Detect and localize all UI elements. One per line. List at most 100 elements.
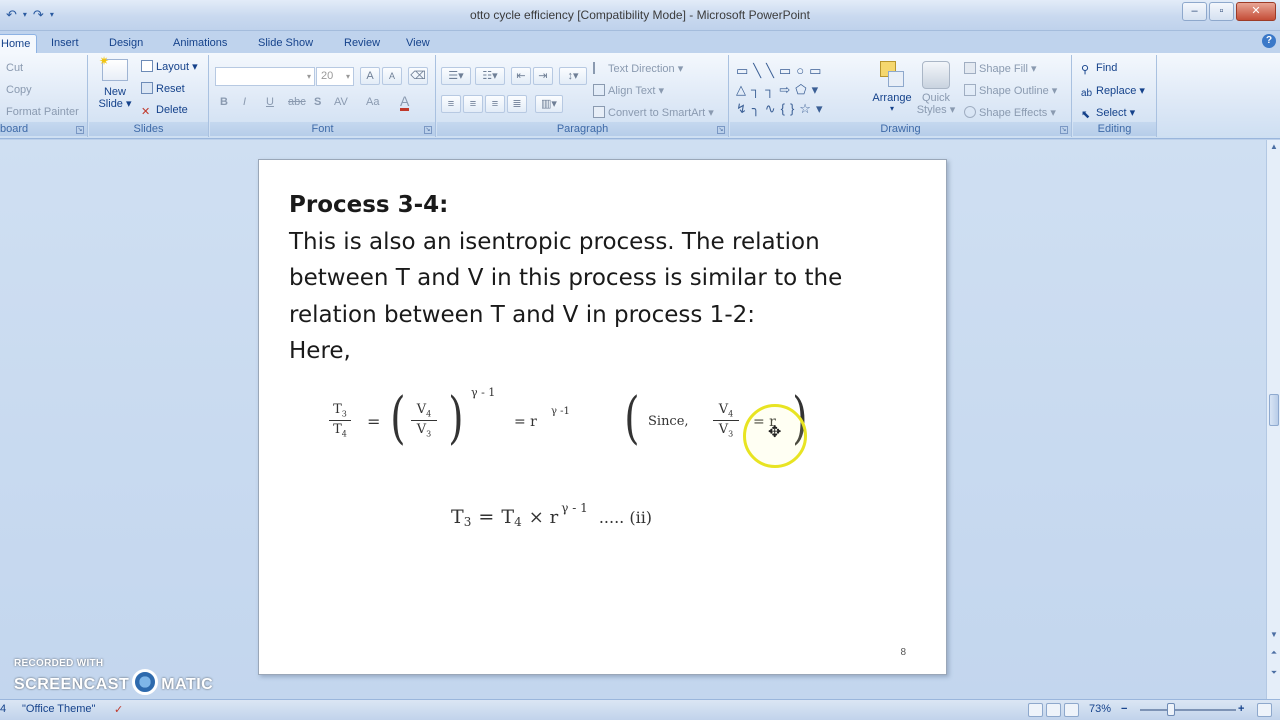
tab-review[interactable]: Review xyxy=(338,34,386,53)
smartart-icon xyxy=(593,106,605,118)
align-right-button[interactable]: ≡ xyxy=(485,95,505,113)
equals-sign: = xyxy=(367,412,381,431)
change-case-button[interactable]: Aa xyxy=(366,96,379,108)
slides-group-label: Slides xyxy=(89,122,208,136)
zoom-level[interactable]: 73% xyxy=(1089,703,1111,715)
scroll-down-icon[interactable]: ▼ xyxy=(1269,630,1279,639)
quick-styles-icon xyxy=(922,61,950,89)
copy-button[interactable]: Copy xyxy=(6,84,32,96)
numbering-button[interactable]: ☷▾ xyxy=(475,67,505,85)
format-painter-button[interactable]: Format Painter xyxy=(6,106,79,118)
bullets-button[interactable]: ☰▾ xyxy=(441,67,471,85)
new-slide-button[interactable]: ✷ New Slide ▾ xyxy=(95,54,135,119)
convert-smartart-button[interactable]: Convert to SmartArt ▾ xyxy=(593,106,714,119)
body-line: This is also an isentropic process. The … xyxy=(289,229,820,255)
tab-animations[interactable]: Animations xyxy=(167,34,233,53)
since-label: Since, xyxy=(648,414,689,429)
decrease-indent-button[interactable]: ⇤ xyxy=(511,67,531,85)
zoom-out-button[interactable]: − xyxy=(1121,703,1127,715)
editing-group: ⚲ Find ab Replace ▾ ⬉ Select ▾ Editing xyxy=(1073,55,1157,137)
bold-button[interactable]: B xyxy=(220,96,228,108)
font-color-button[interactable]: A xyxy=(400,94,410,111)
normal-view-button[interactable] xyxy=(1028,703,1043,717)
shrink-font-button[interactable]: A xyxy=(382,67,402,85)
body-line: Here, xyxy=(289,338,351,364)
paragraph-dialog-launcher-icon[interactable]: ↘ xyxy=(717,126,725,134)
font-size-combo[interactable]: 20 ▾ xyxy=(316,67,354,86)
increase-indent-button[interactable]: ⇥ xyxy=(533,67,553,85)
close-button[interactable]: ✕ xyxy=(1236,2,1276,21)
line-spacing-button[interactable]: ↕▾ xyxy=(559,67,587,85)
align-left-button[interactable]: ≡ xyxy=(441,95,461,113)
shape-effects-button[interactable]: Shape Effects ▾ xyxy=(964,106,1056,119)
font-name-combo[interactable]: ▾ xyxy=(215,67,315,86)
tab-home[interactable]: Home xyxy=(0,34,38,53)
shape-outline-button[interactable]: Shape Outline ▾ xyxy=(964,84,1057,97)
vertical-scrollbar[interactable]: ▲ ▼ ⏶ ⏷ xyxy=(1266,140,1280,699)
tab-design[interactable]: Design xyxy=(103,34,149,53)
replace-button[interactable]: ab Replace ▾ xyxy=(1081,84,1145,100)
open-paren: ( xyxy=(390,386,406,451)
strikethrough-button[interactable]: abc xyxy=(288,96,306,108)
status-bar: 4 "Office Theme" ✓ 73% − + xyxy=(0,699,1280,720)
reset-icon xyxy=(141,82,153,94)
dialog-launcher-icon[interactable]: ↘ xyxy=(76,126,84,134)
grow-font-button[interactable]: A xyxy=(360,67,380,85)
shape-fill-button[interactable]: Shape Fill ▾ xyxy=(964,62,1037,75)
tab-insert[interactable]: Insert xyxy=(45,34,85,53)
quick-styles-button[interactable]: Quick Styles ▾ xyxy=(916,59,956,121)
slides-group: ✷ New Slide ▾ Layout ▾ Reset ✕ Delete Sli… xyxy=(89,54,209,137)
columns-button[interactable]: ▥▾ xyxy=(535,95,563,113)
help-icon[interactable]: ? xyxy=(1262,34,1276,48)
reset-button[interactable]: Reset xyxy=(141,82,185,95)
align-text-icon xyxy=(593,84,605,96)
drawing-group: ▭╲╲▭○▭ △┐┐⇨⬠▾ ↯╮∿{}☆▾ Arrange ▾ Quick St… xyxy=(730,55,1072,137)
font-dialog-launcher-icon[interactable]: ↘ xyxy=(424,126,432,134)
text-direction-button[interactable]: Text Direction ▾ xyxy=(593,62,683,75)
next-slide-icon[interactable]: ⏷ xyxy=(1269,668,1279,678)
italic-button[interactable]: I xyxy=(243,96,246,108)
layout-icon xyxy=(141,60,153,72)
arrange-button[interactable]: Arrange ▾ xyxy=(870,59,914,119)
drawing-group-label: Drawing xyxy=(730,122,1071,136)
text-shadow-button[interactable]: S xyxy=(314,96,321,108)
align-center-button[interactable]: ≡ xyxy=(463,95,483,113)
ribbon-tabs: Home Insert Design Animations Slide Show… xyxy=(0,31,1280,53)
zoom-slider-thumb[interactable] xyxy=(1167,703,1175,716)
layout-button[interactable]: Layout ▾ xyxy=(141,60,198,73)
select-button[interactable]: ⬉ Select ▾ xyxy=(1081,106,1135,121)
underline-button[interactable]: U xyxy=(266,96,274,108)
spell-check-icon[interactable]: ✓ xyxy=(114,703,123,716)
paragraph-group-label: Paragraph xyxy=(437,122,728,136)
tab-view[interactable]: View xyxy=(400,34,436,53)
drawing-dialog-launcher-icon[interactable]: ↘ xyxy=(1060,126,1068,134)
shapes-gallery[interactable]: ▭╲╲▭○▭ △┐┐⇨⬠▾ ↯╮∿{}☆▾ xyxy=(736,61,862,119)
find-button[interactable]: ⚲ Find xyxy=(1081,62,1117,76)
font-group-label: Font xyxy=(210,122,435,136)
minimize-button[interactable]: – xyxy=(1182,2,1207,21)
slide-canvas[interactable]: Process 3-4: This is also an isentropic … xyxy=(258,159,947,675)
slide-show-button[interactable] xyxy=(1064,703,1079,717)
slide-sorter-button[interactable] xyxy=(1046,703,1061,717)
zoom-slider[interactable] xyxy=(1140,709,1236,711)
zoom-in-button[interactable]: + xyxy=(1238,703,1244,715)
clipboard-group-label: board xyxy=(0,122,87,136)
fraction-v4-v3: V4 V3 xyxy=(411,402,437,438)
previous-slide-icon[interactable]: ⏶ xyxy=(1269,648,1279,658)
screencast-watermark: RECORDED WITH SCREENCAST MATIC xyxy=(14,658,214,695)
justify-button[interactable]: ≣ xyxy=(507,95,527,113)
fit-to-window-button[interactable] xyxy=(1257,703,1272,717)
cut-button[interactable]: Cut xyxy=(6,62,23,74)
character-spacing-button[interactable]: AV xyxy=(334,96,348,108)
fraction-v4-v3-since: V4 V3 xyxy=(713,402,739,438)
align-text-button[interactable]: Align Text ▾ xyxy=(593,84,664,97)
tab-slide-show[interactable]: Slide Show xyxy=(252,34,319,53)
scroll-thumb[interactable] xyxy=(1269,394,1279,426)
pencil-icon xyxy=(964,84,976,96)
clear-formatting-button[interactable]: ⌫ xyxy=(408,67,428,85)
replace-icon: ab xyxy=(1081,88,1093,99)
scroll-up-icon[interactable]: ▲ xyxy=(1269,142,1279,151)
delete-button[interactable]: ✕ Delete xyxy=(141,104,188,118)
maximize-button[interactable]: ▫ xyxy=(1209,2,1234,21)
body-line: between T and V in this process is simil… xyxy=(289,265,843,291)
